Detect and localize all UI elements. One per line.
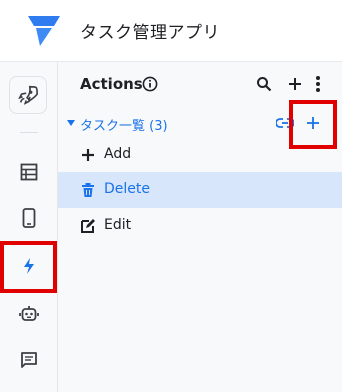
rail-chat-button[interactable] [6,340,52,380]
info-icon[interactable] [142,76,158,92]
rail-automation-button[interactable] [6,294,52,334]
more-menu-button[interactable] [308,74,328,94]
action-item-edit[interactable]: Edit [58,208,342,244]
chat-icon [21,352,37,368]
edit-icon [81,219,95,233]
add-icon [82,149,94,161]
trash-icon [82,183,94,197]
action-label: Delete [104,181,150,197]
app-title: タスク管理アプリ [80,23,220,43]
add-action-button[interactable] [285,74,305,94]
highlight-box-add-button [289,100,337,149]
nav-rail [0,62,58,392]
action-label: Edit [104,217,132,233]
rail-views-button[interactable] [6,198,52,238]
group-label[interactable]: タスク一覧 (3) [80,115,168,134]
rocket-icon [18,85,38,105]
top-bar: タスク管理アプリ [0,0,342,62]
robot-icon [19,306,39,321]
search-button[interactable] [254,74,274,94]
highlight-box-actions-rail [0,241,57,293]
caret-down-icon[interactable] [66,119,76,127]
rail-data-button[interactable] [6,152,52,192]
rail-deploy-button[interactable] [9,76,47,114]
phone-icon [22,208,36,228]
panel-title: Actions [80,75,143,93]
app-logo-icon [28,16,60,46]
table-icon [20,163,38,181]
add-icon [289,78,301,90]
action-item-delete[interactable]: Delete [58,172,342,208]
rail-divider [20,132,38,133]
more-vert-icon [316,76,320,92]
search-icon [257,77,272,92]
action-label: Add [104,146,132,162]
